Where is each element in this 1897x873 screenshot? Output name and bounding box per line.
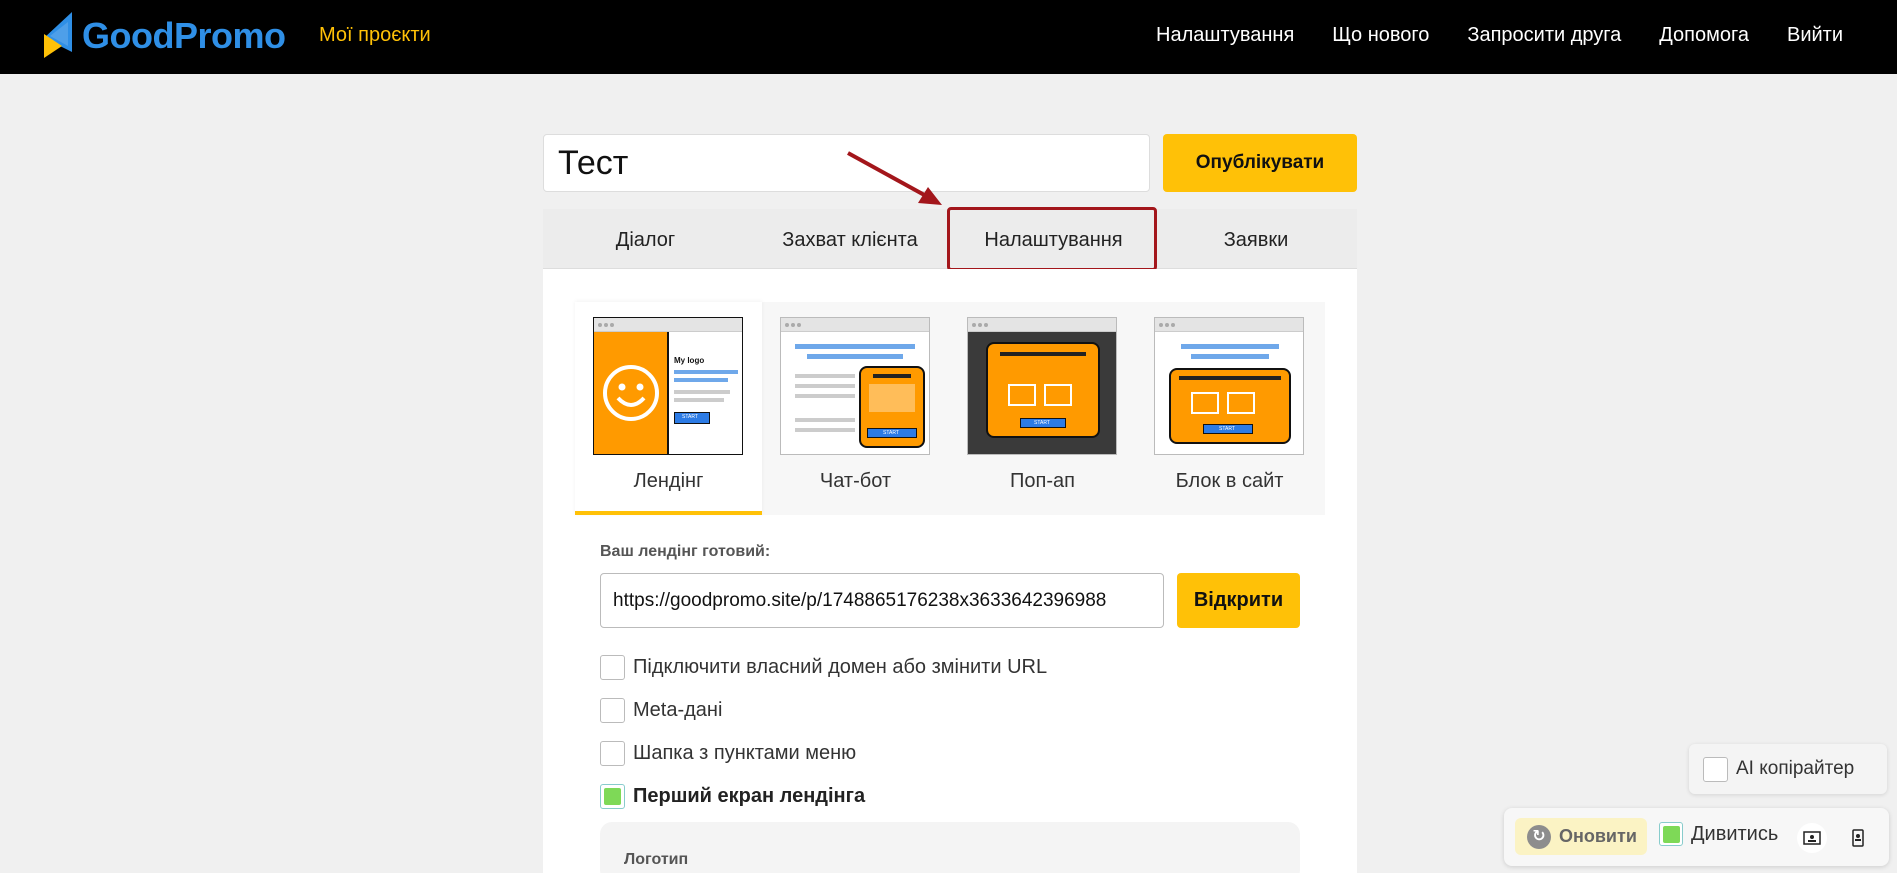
option-label: Meta-дані (633, 698, 723, 721)
option-label: Шапка з пунктами меню (633, 741, 857, 764)
mode-chatbot[interactable]: START Чат-бот (762, 302, 949, 515)
tab-client-capture[interactable]: Захват клієнта (748, 209, 952, 269)
open-landing-button[interactable]: Відкрити (1177, 573, 1300, 628)
landing-ready-label: Ваш лендінг готовий: (600, 543, 771, 560)
thumb-my-logo: My logo (674, 356, 705, 365)
checkbox-checked[interactable] (600, 783, 625, 809)
mobile-preview-icon[interactable] (1843, 823, 1873, 853)
chatbot-thumbnail: START (780, 317, 930, 455)
tab-highlight-box (947, 207, 1157, 271)
display-mode-selector: My logo START Лендінг START Чат-бот STAR… (575, 302, 1325, 515)
nav-help[interactable]: Допомога (1659, 24, 1749, 47)
landing-thumbnail: My logo START (593, 317, 743, 455)
mode-landing[interactable]: My logo START Лендінг (575, 302, 762, 515)
desktop-preview-icon[interactable] (1797, 823, 1827, 853)
nav-invite-friend[interactable]: Запросити друга (1467, 24, 1621, 47)
checkbox[interactable] (600, 697, 625, 723)
embed-thumbnail: START (1154, 317, 1304, 455)
watch-label: Дивитись (1691, 822, 1779, 845)
mode-embed-label: Блок в сайт (1175, 470, 1284, 492)
checkbox-checked[interactable] (1659, 822, 1683, 846)
refresh-icon: ↻ (1527, 824, 1551, 849)
option-custom-domain[interactable]: Підключити власний домен або змінити URL (600, 654, 1047, 680)
thumb-start-label-chatbot: START (883, 430, 899, 436)
checkbox[interactable] (1703, 756, 1728, 782)
option-first-screen[interactable]: Перший екран лендінга (600, 783, 865, 809)
goodpromo-logo[interactable]: GoodPromo (38, 12, 286, 60)
main-nav: Налаштування Що нового Запросити друга Д… (1118, 24, 1843, 47)
publish-button[interactable]: Опублікувати (1163, 134, 1357, 192)
mode-landing-label: Лендінг (633, 470, 704, 492)
nav-logout[interactable]: Вийти (1787, 24, 1843, 47)
refresh-label: Оновити (1559, 826, 1637, 846)
mode-embed-block[interactable]: START Блок в сайт (1136, 302, 1323, 515)
annotation-arrow-icon (847, 151, 942, 205)
top-navbar: GoodPromo Мої проєкти Налаштування Що но… (0, 0, 1897, 74)
my-projects-link[interactable]: Мої проєкти (319, 24, 431, 47)
nav-settings[interactable]: Налаштування (1156, 24, 1294, 47)
refresh-button[interactable]: ↻ Оновити (1515, 818, 1647, 855)
thumb-start-label-popup: START (1034, 420, 1050, 426)
thumb-start-label-embed: START (1219, 426, 1235, 432)
smiley-icon (603, 365, 659, 421)
tab-dialog[interactable]: Діалог (543, 209, 748, 269)
checkbox[interactable] (600, 740, 625, 766)
option-header-menu[interactable]: Шапка з пунктами меню (600, 740, 856, 766)
ai-copywriter-toggle[interactable]: AI копірайтер (1689, 744, 1887, 794)
option-meta-data[interactable]: Meta-дані (600, 697, 722, 723)
nav-whats-new[interactable]: Що нового (1332, 24, 1429, 47)
checkbox[interactable] (600, 654, 625, 680)
ai-copywriter-label: AI копірайтер (1736, 758, 1855, 779)
option-label: Перший екран лендінга (633, 784, 866, 807)
logo-text: GoodPromo (82, 15, 286, 56)
mode-popup[interactable]: START Поп-ап (949, 302, 1136, 515)
thumb-start-label: START (682, 414, 698, 420)
option-label: Підключити власний домен або змінити URL (633, 655, 1048, 678)
mode-popup-label: Поп-ап (1010, 470, 1075, 492)
landing-url-input[interactable]: https://goodpromo.site/p/1748865176238x3… (600, 573, 1164, 628)
mode-chatbot-label: Чат-бот (819, 470, 892, 492)
tab-requests[interactable]: Заявки (1155, 209, 1357, 269)
logo-section-label: Логотип (624, 851, 689, 868)
logo-icon (44, 12, 72, 58)
watch-toggle[interactable]: Дивитись (1659, 822, 1778, 846)
logo-section (600, 822, 1300, 873)
popup-thumbnail: START (967, 317, 1117, 455)
